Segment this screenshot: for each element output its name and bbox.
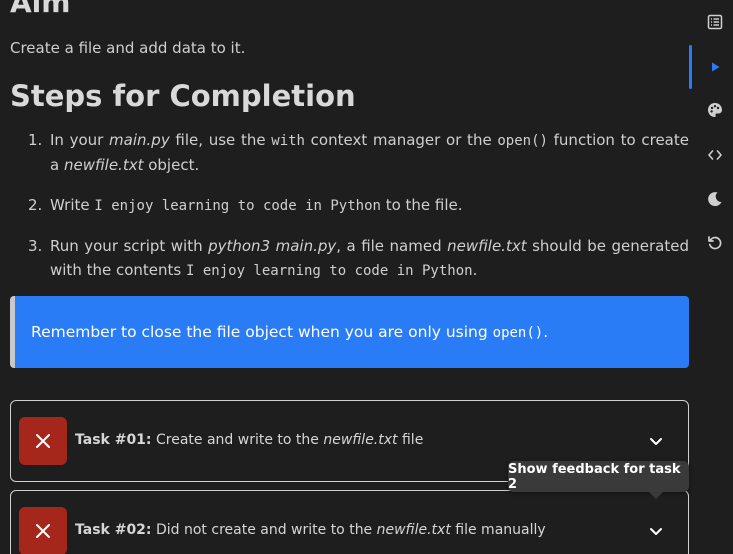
task-title: Task #02: Did not create and write to th… [75,522,546,538]
step-number: 3. [28,237,43,255]
step-text: Run your script with python3 main.py, a … [50,237,689,279]
aim-description: Create a file and add data to it. [10,39,246,57]
chevron-down-icon[interactable] [648,523,664,539]
step-item: 2. Write I enjoy learning to code in Pyt… [28,193,689,218]
aim-title: Aim [10,0,71,19]
feedback-tooltip: Show feedback for task 2 [508,461,689,499]
step-item: 3. Run your script with python3 main.py,… [28,234,689,283]
step-text: In your main.py file, use the with conte… [50,131,689,174]
task-card[interactable]: Task #02: Did not create and write to th… [10,490,689,554]
close-icon [36,524,50,538]
chevron-down-icon[interactable] [648,433,664,449]
note-callout: Remember to close the file object when y… [10,296,689,368]
task-status-badge [19,417,67,465]
active-indicator [689,45,692,89]
list-icon[interactable] [706,13,724,31]
palette-icon[interactable] [706,101,724,119]
right-toolbar [689,0,733,554]
close-icon [36,434,50,448]
steps-title: Steps for Completion [10,79,356,113]
code-icon[interactable] [706,146,724,164]
step-item: 1. In your main.py file, use the with co… [28,128,689,177]
step-number: 1. [28,131,43,149]
step-number: 2. [28,196,43,214]
play-icon[interactable] [706,58,724,76]
moon-icon[interactable] [706,190,724,208]
note-text: Remember to close the file object when y… [31,323,549,341]
task-title: Task #01: Create and write to the newfil… [75,432,424,448]
reset-icon[interactable] [706,234,724,252]
step-text: Write I enjoy learning to code in Python… [50,196,463,214]
instructions-panel: Aim Create a file and add data to it. St… [0,0,700,554]
task-status-badge [19,507,67,554]
steps-list: 1. In your main.py file, use the with co… [28,128,689,283]
